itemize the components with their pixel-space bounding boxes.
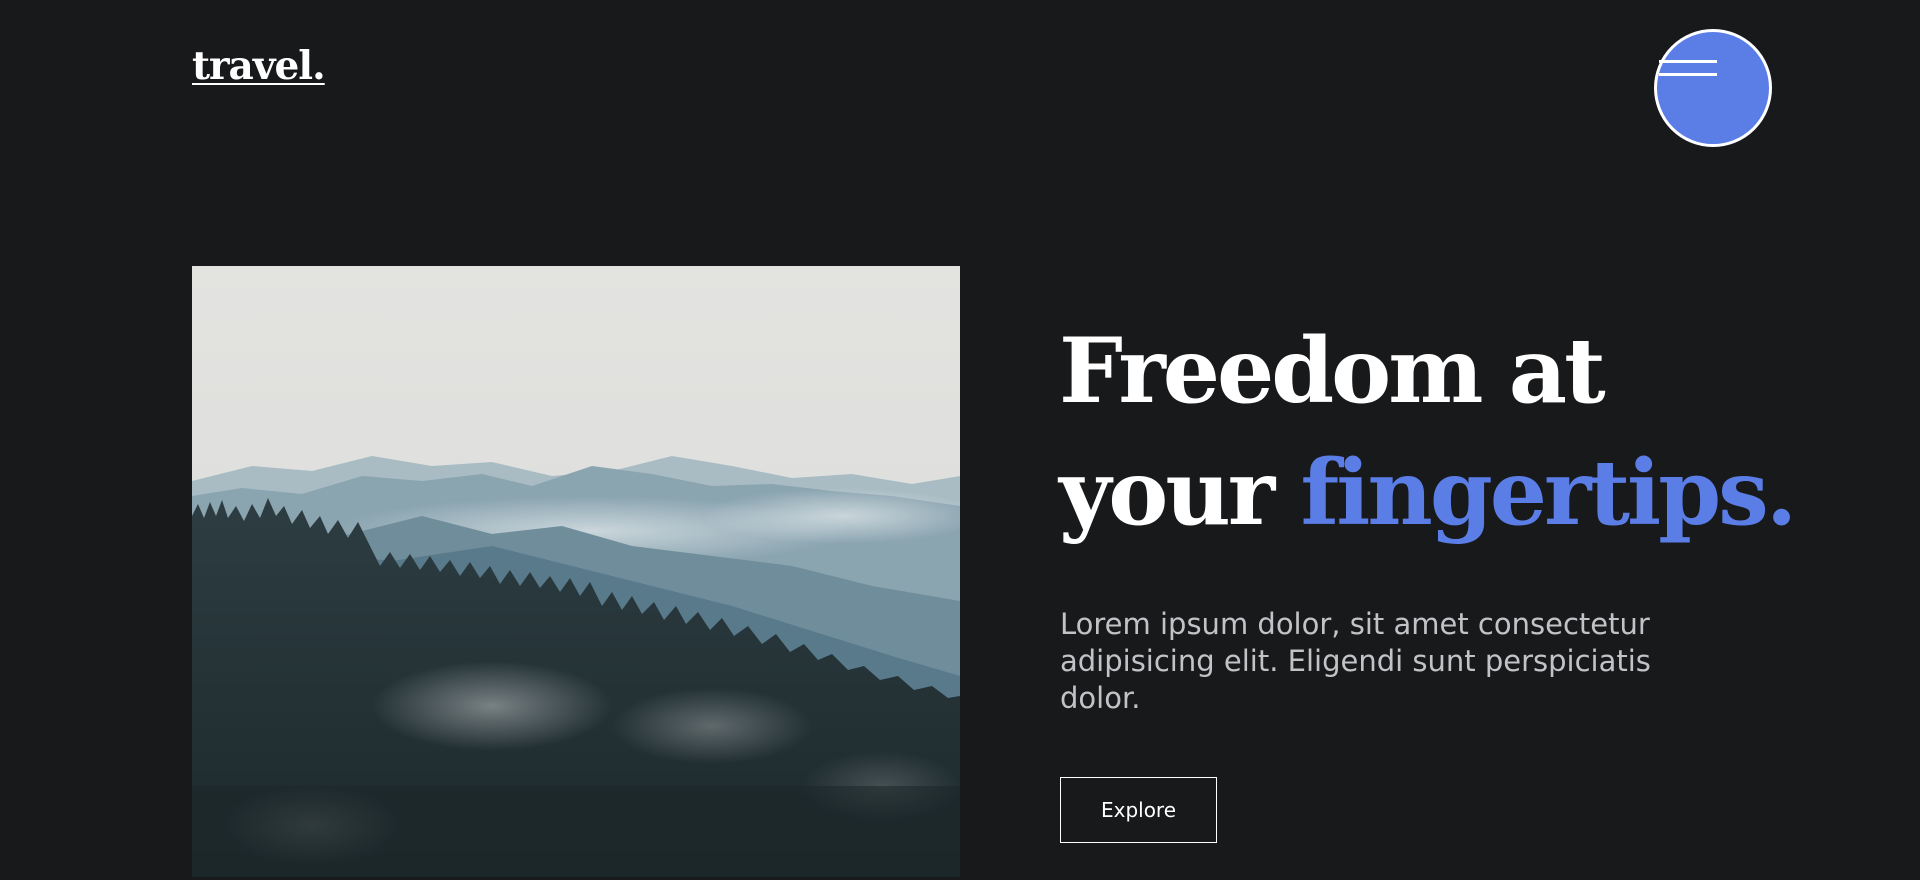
headline-accent: fingertips.: [1300, 440, 1798, 546]
menu-button[interactable]: [1654, 29, 1772, 147]
headline-line-1: Freedom at: [1059, 318, 1606, 424]
explore-button[interactable]: Explore: [1060, 777, 1217, 843]
hero-landscape-image: [192, 266, 960, 877]
hero-description: Lorem ipsum dolor, sit amet consectetur …: [1060, 607, 1651, 715]
logo-link[interactable]: travel.: [192, 44, 326, 88]
hamburger-menu-icon-line-top: [1659, 60, 1717, 63]
headline-line-2-prefix: your: [1059, 440, 1301, 546]
hamburger-menu-icon-line-bottom: [1659, 73, 1717, 76]
hero-headline: Freedom at your fingertips.: [1059, 310, 1819, 554]
